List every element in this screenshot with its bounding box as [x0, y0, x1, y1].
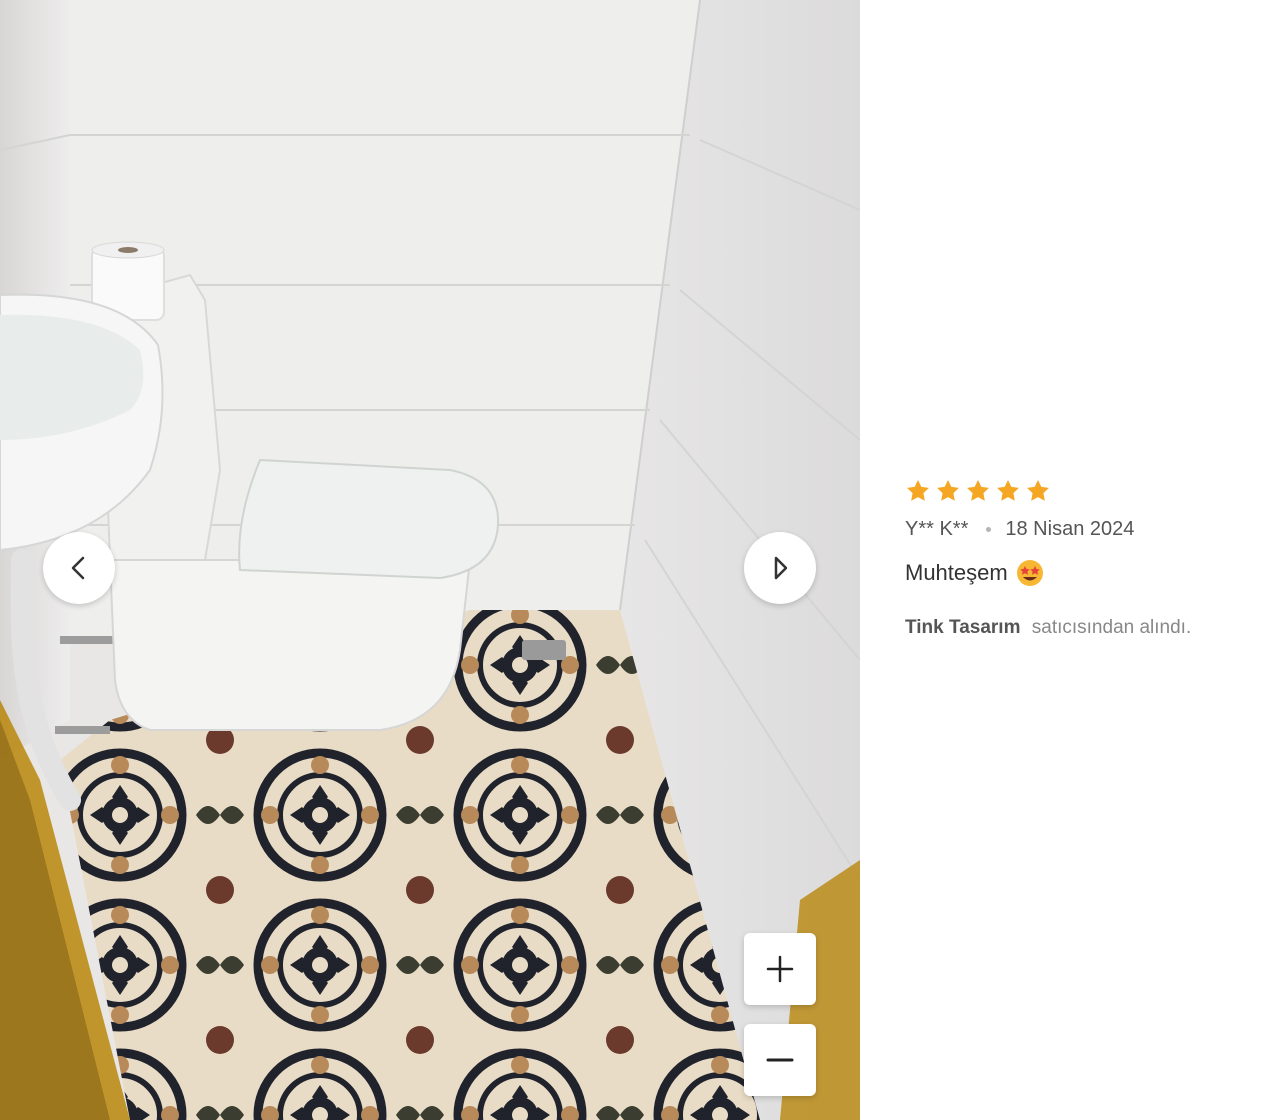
minus-icon	[766, 1058, 794, 1062]
review-comment-text: Muhteşem	[905, 560, 1008, 585]
photo-viewer	[0, 0, 860, 1120]
zoom-out-button[interactable]	[744, 1024, 816, 1096]
star-struck-emoji-icon	[1016, 560, 1043, 586]
next-photo-button[interactable]	[744, 532, 816, 604]
zoom-in-button[interactable]	[744, 933, 816, 1005]
seller-name-link[interactable]: Tink Tasarım	[905, 617, 1020, 638]
star-icon	[907, 479, 929, 501]
review-author: Y** K**	[905, 518, 969, 540]
previous-photo-button[interactable]	[43, 532, 115, 604]
review-date: 18 Nisan 2024	[1005, 518, 1135, 540]
seller-suffix: satıcısından alındı.	[1031, 617, 1192, 638]
review-panel: Y** K** 18 Nisan 2024 Muhteşem Tink Tasa…	[905, 478, 1265, 639]
review-meta: Y** K** 18 Nisan 2024	[905, 518, 1265, 541]
star-icon	[997, 479, 1019, 501]
rating-stars	[905, 478, 1265, 504]
star-icon	[967, 479, 989, 501]
star-icon	[1027, 479, 1049, 501]
plus-icon	[766, 955, 794, 983]
review-photo	[0, 0, 860, 1120]
chevron-left-icon	[71, 556, 85, 580]
chevron-right-icon	[774, 556, 788, 580]
star-icon	[937, 479, 959, 501]
seller-info: Tink Tasarım satıcısından alındı.	[905, 617, 1265, 639]
review-comment: Muhteşem	[905, 559, 1265, 587]
separator-dot	[986, 527, 992, 532]
